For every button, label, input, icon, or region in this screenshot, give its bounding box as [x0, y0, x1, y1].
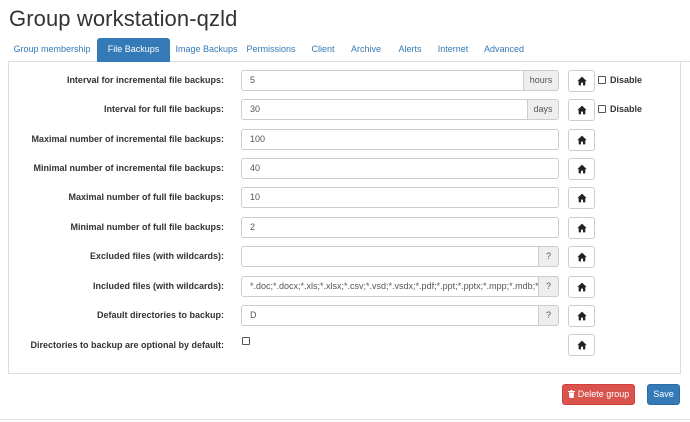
home-icon	[577, 282, 587, 292]
setting-label: Directories to backup are optional by de…	[30, 340, 224, 350]
home-icon	[577, 311, 587, 321]
incremental-interval-input[interactable]: 5	[241, 70, 524, 91]
footer-divider	[0, 419, 690, 420]
page-title: Group workstation-qzld	[9, 6, 238, 31]
reset-to-default-button[interactable]	[568, 187, 595, 209]
reset-to-default-button[interactable]	[568, 158, 595, 180]
trash-icon	[567, 390, 575, 398]
unit-addon: hours	[524, 70, 559, 91]
full-interval-input[interactable]: 30	[241, 99, 528, 120]
reset-to-default-button[interactable]	[568, 217, 595, 239]
setting-label: Minimal number of full file backups:	[70, 222, 224, 232]
setting-label: Default directories to backup:	[96, 310, 224, 320]
home-icon	[577, 164, 587, 174]
reset-to-default-button[interactable]	[568, 305, 595, 327]
settings-tabs: Group membership File Backups Image Back…	[8, 38, 690, 62]
home-icon	[577, 105, 587, 115]
setting-label: Minimal number of incremental file backu…	[33, 163, 224, 173]
setting-label: Interval for full file backups:	[103, 104, 224, 114]
tab-group-membership[interactable]: Group membership	[8, 38, 96, 62]
disable-label: Disable	[610, 75, 643, 85]
reset-to-default-button[interactable]	[568, 334, 595, 356]
help-addon[interactable]: ?	[539, 305, 559, 326]
reset-to-default-button[interactable]	[568, 99, 595, 121]
reset-to-default-button[interactable]	[568, 246, 595, 268]
home-icon	[577, 223, 587, 233]
tab-image-backups[interactable]: Image Backups	[171, 38, 242, 62]
reset-to-default-button[interactable]	[568, 70, 595, 92]
max-full-input[interactable]: 10	[241, 187, 559, 208]
setting-label: Maximal number of incremental file backu…	[31, 134, 224, 144]
home-icon	[577, 135, 587, 145]
disable-checkbox[interactable]	[598, 76, 606, 84]
tab-archive[interactable]: Archive	[346, 38, 386, 62]
max-incremental-input[interactable]: 100	[241, 129, 559, 150]
optional-directories-checkbox[interactable]	[242, 337, 250, 345]
included-files-input[interactable]: *.doc;*.docx;*.xls;*.xlsx;*.csv;*.vsd;*.…	[241, 276, 539, 297]
setting-label: Interval for incremental file backups:	[66, 75, 224, 85]
disable-toggle[interactable]: Disable	[598, 104, 642, 114]
home-icon	[577, 193, 587, 203]
delete-group-label: Delete group	[577, 389, 630, 399]
tab-alerts[interactable]: Alerts	[394, 38, 426, 62]
min-incremental-input[interactable]: 40	[241, 158, 559, 179]
setting-label: Included files (with wildcards):	[92, 281, 224, 291]
tab-advanced[interactable]: Advanced	[480, 38, 528, 62]
reset-to-default-button[interactable]	[568, 129, 595, 151]
home-icon	[577, 252, 587, 262]
help-addon[interactable]: ?	[539, 276, 559, 297]
reset-to-default-button[interactable]	[568, 276, 595, 298]
home-icon	[577, 340, 587, 350]
tab-internet[interactable]: Internet	[434, 38, 472, 62]
setting-label: Maximal number of full file backups:	[68, 192, 224, 202]
unit-addon: days	[528, 99, 559, 120]
disable-toggle[interactable]: Disable	[598, 75, 642, 85]
save-button[interactable]: Save	[647, 384, 680, 405]
setting-label: Excluded files (with wildcards):	[89, 251, 224, 261]
default-directories-input[interactable]: D	[241, 305, 539, 326]
delete-group-button[interactable]: Delete group	[562, 384, 635, 405]
disable-checkbox[interactable]	[598, 105, 606, 113]
tab-file-backups[interactable]: File Backups	[97, 38, 170, 62]
min-full-input[interactable]: 2	[241, 217, 559, 238]
help-addon[interactable]: ?	[539, 246, 559, 267]
home-icon	[577, 76, 587, 86]
excluded-files-input[interactable]	[241, 246, 539, 267]
tab-client[interactable]: Client	[305, 38, 341, 62]
disable-label: Disable	[610, 104, 643, 114]
tab-permissions[interactable]: Permissions	[243, 38, 299, 62]
